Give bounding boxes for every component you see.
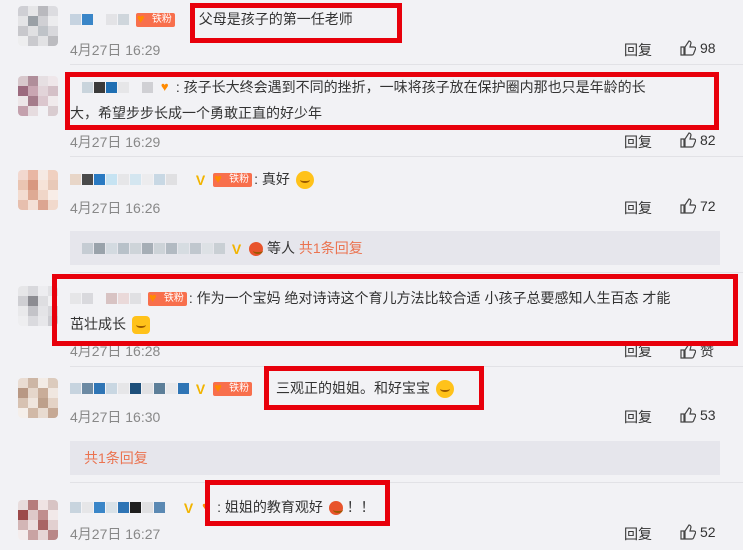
highlight-box [65, 72, 719, 130]
comment-text: 真好 [261, 171, 290, 187]
thumbs-up-icon [680, 524, 696, 540]
like-button[interactable]: 82 [680, 132, 716, 148]
like-count: 72 [700, 198, 716, 214]
divider [70, 272, 743, 273]
like-count: 53 [700, 407, 716, 423]
like-button[interactable]: 98 [680, 40, 716, 56]
divider [70, 156, 743, 157]
reply-button[interactable]: 回复 [624, 132, 652, 152]
highlight-box [205, 480, 390, 526]
fan-badge-icon: ♥ 铁粉 [213, 172, 253, 188]
thumbs-up-icon [680, 40, 696, 56]
sub-reply-bar[interactable]: V 等人 共1条回复 [70, 231, 720, 265]
comment-time: 4月27日 16:30 [70, 409, 161, 425]
fan-badge-icon: ♥ 铁粉 [213, 381, 253, 397]
emoji-icon [249, 242, 264, 257]
avatar[interactable] [18, 378, 58, 418]
highlight-box [52, 274, 738, 346]
like-button[interactable]: 72 [680, 198, 716, 214]
reply-button[interactable]: 回复 [624, 524, 652, 544]
thumbs-up-icon [680, 407, 696, 423]
comment-time: 4月27日 16:29 [70, 134, 161, 150]
like-button[interactable]: 52 [680, 524, 716, 540]
badge-label: 铁粉 [151, 14, 172, 26]
badge-label: 铁粉 [229, 174, 250, 186]
divider [70, 482, 743, 483]
username[interactable] [70, 383, 190, 395]
verified-icon: V [231, 241, 242, 258]
avatar[interactable] [18, 500, 58, 540]
username[interactable] [70, 14, 130, 26]
like-count: 82 [700, 132, 716, 148]
like-count: 98 [700, 40, 716, 56]
highlight-box [264, 366, 484, 410]
sub-reply-link[interactable]: 共1条回复 [84, 450, 148, 466]
thumbs-up-icon [680, 198, 696, 214]
username[interactable] [70, 174, 190, 186]
avatar[interactable] [18, 6, 58, 46]
verified-icon: V [195, 172, 206, 189]
like-count: 52 [700, 524, 716, 540]
highlight-box [190, 3, 402, 43]
emoji-icon [295, 171, 314, 190]
avatar[interactable] [18, 170, 58, 210]
divider [70, 64, 743, 65]
verified-icon: V [195, 381, 206, 398]
thumbs-up-icon [680, 132, 696, 148]
sub-reply-bar[interactable]: 共1条回复 [70, 441, 720, 475]
verified-icon: V [183, 500, 194, 517]
badge-label: 铁粉 [229, 383, 250, 395]
reply-button[interactable]: 回复 [624, 40, 652, 60]
sub-reply-link[interactable]: 共1条回复 [299, 240, 363, 256]
fan-badge-icon: ♥ 铁粉 [135, 12, 175, 28]
reply-button[interactable]: 回复 [624, 407, 652, 427]
comment-time: 4月27日 16:26 [70, 200, 161, 216]
like-button[interactable]: 53 [680, 407, 716, 423]
avatar[interactable] [18, 76, 58, 116]
sub-reply-others: 等人 [267, 240, 296, 256]
comment-time: 4月27日 16:29 [70, 42, 161, 58]
sub-reply-users[interactable] [82, 243, 226, 255]
comment-time: 4月27日 16:27 [70, 526, 161, 542]
reply-button[interactable]: 回复 [624, 198, 652, 218]
username[interactable] [70, 502, 178, 514]
